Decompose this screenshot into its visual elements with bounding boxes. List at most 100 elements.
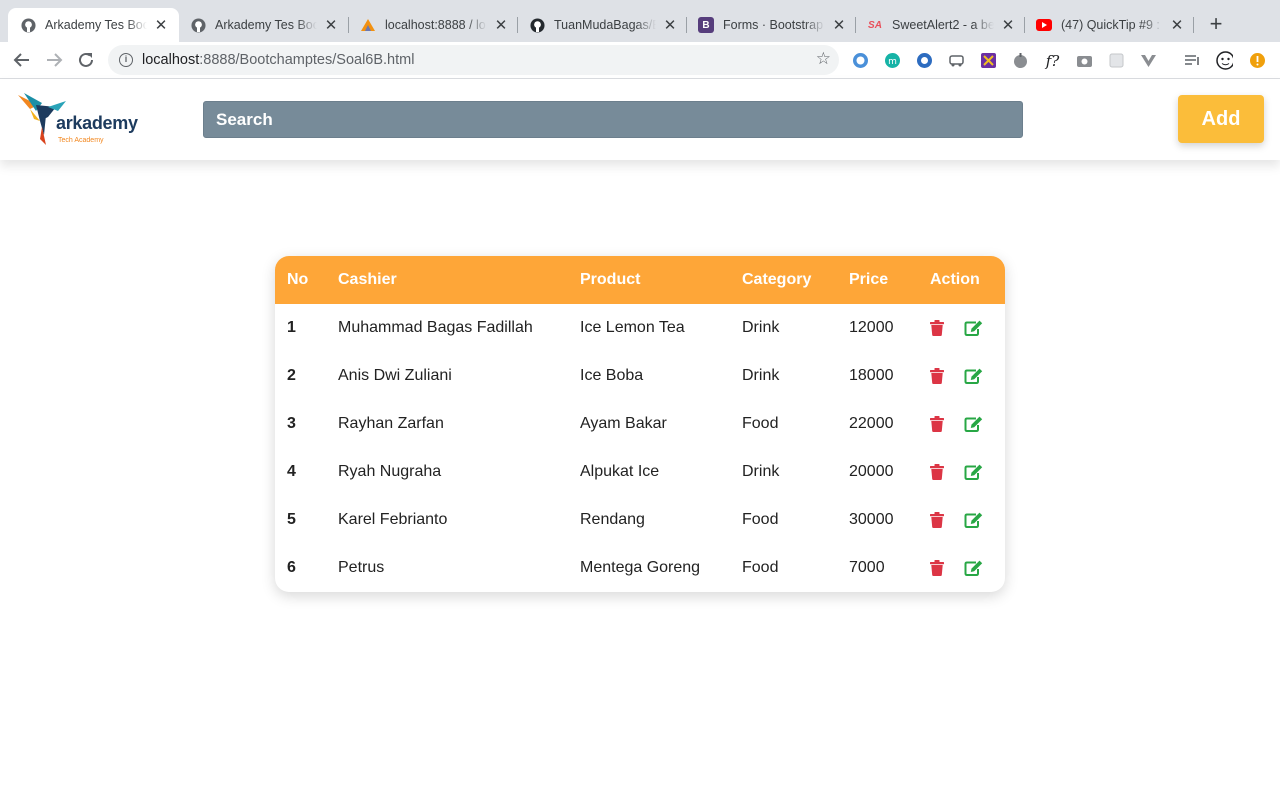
close-icon[interactable]: ✕ [323,17,339,34]
close-icon[interactable]: ✕ [493,17,509,34]
cell-actions [930,400,1005,448]
extension-icon[interactable] [1076,52,1093,69]
logo-tagline: Tech Academy [58,137,104,144]
browser-tab[interactable]: TuanMudaBagas/B ✕ [517,8,688,42]
extension-icon[interactable] [1012,52,1029,69]
sweetalert-icon: SA [868,19,882,31]
cell-category: Drink [742,319,780,336]
cell-product: Ayam Bakar [580,415,667,432]
browser-tab[interactable]: localhost:8888 / lo ✕ [348,8,519,42]
search-input[interactable] [203,101,1023,138]
extension-icon[interactable] [1108,52,1125,69]
cell-price: 30000 [849,511,894,528]
column-header-cashier[interactable]: Cashier [338,256,580,304]
trash-icon[interactable] [930,464,944,480]
table-row: 4 Ryah Nugraha Alpukat Ice Drink 20000 [275,448,1005,496]
tab-title: Arkademy Tes Boo [45,18,147,32]
column-header-price[interactable]: Price [849,256,930,304]
trash-icon[interactable] [930,416,944,432]
avatar[interactable] [1216,51,1233,70]
phpmyadmin-icon [360,17,376,33]
extension-icon[interactable] [980,52,997,69]
column-header-category[interactable]: Category [742,256,849,304]
close-icon[interactable]: ✕ [831,17,847,34]
cell-cashier: Karel Febrianto [338,511,448,528]
cell-price: 20000 [849,463,894,480]
cell-category: Food [742,415,779,432]
column-header-product[interactable]: Product [580,256,742,304]
tab-title: (47) QuickTip #9 : [1061,18,1160,32]
browser-tab[interactable]: Arkademy Tes Boo ✕ [8,8,179,42]
cell-actions [930,544,1005,592]
extension-icon[interactable]: f? [1044,52,1061,70]
github-icon [190,17,206,33]
cell-product: Rendang [580,511,645,528]
forward-button[interactable] [42,48,66,72]
trash-icon[interactable] [930,320,944,336]
github-icon [529,17,545,33]
bootstrap-icon: B [698,17,714,33]
cell-product: Alpukat Ice [580,463,660,480]
transactions-table-card: No Cashier Product Category Price Action… [275,256,1005,592]
cell-category: Drink [742,463,780,480]
extension-icon[interactable]: m [884,52,901,69]
cell-price: 12000 [849,319,894,336]
tab-title: Arkademy Tes Boo [215,18,317,32]
star-icon[interactable]: ☆ [816,49,831,69]
trash-icon[interactable] [930,368,944,384]
cell-price: 22000 [849,415,894,432]
cell-product: Ice Lemon Tea [580,319,685,336]
extension-icon[interactable] [948,52,965,69]
cell-no: 6 [287,559,296,576]
edit-icon[interactable] [964,464,983,480]
browser-tab[interactable]: B Forms · Bootstrap ✕ [686,8,857,42]
playlist-icon[interactable] [1184,52,1201,69]
cell-cashier: Petrus [338,559,385,576]
cell-no: 5 [287,511,296,528]
browser-toolbar: i localhost:8888/Bootchamptes/Soal6B.htm… [0,42,1280,79]
close-icon[interactable]: ✕ [662,17,678,34]
url-text: localhost:8888/Bootchamptes/Soal6B.html [142,52,415,68]
browser-tab[interactable]: SA SweetAlert2 - a be ✕ [855,8,1026,42]
cell-category: Drink [742,367,780,384]
cell-category: Food [742,511,779,528]
cell-actions [930,496,1005,544]
back-button[interactable] [10,48,34,72]
browser-tab[interactable]: Arkademy Tes Boo ✕ [178,8,349,42]
browser-tab[interactable]: (47) QuickTip #9 : ✕ [1024,8,1195,42]
close-icon[interactable]: ✕ [1000,17,1016,34]
svg-text:m: m [888,57,897,67]
browser-tab-strip: Arkademy Tes Boo ✕ Arkademy Tes Boo ✕ lo… [0,0,1280,42]
address-bar[interactable]: i localhost:8888/Bootchamptes/Soal6B.htm… [108,45,839,75]
extension-icon[interactable] [852,52,869,69]
edit-icon[interactable] [964,512,983,528]
cell-price: 18000 [849,367,894,384]
extension-icon[interactable] [1140,52,1157,69]
tab-divider [1193,17,1194,33]
close-icon[interactable]: ✕ [153,17,169,34]
table-row: 3 Rayhan Zarfan Ayam Bakar Food 22000 [275,400,1005,448]
edit-icon[interactable] [964,320,983,336]
edit-icon[interactable] [964,368,983,384]
column-header-action: Action [930,271,980,288]
tab-title: localhost:8888 / lo [385,18,486,32]
cell-product: Ice Boba [580,367,644,384]
logo-wordmark: arkademy [56,113,138,133]
column-header-no[interactable]: No [275,256,338,304]
edit-icon[interactable] [964,560,983,576]
close-icon[interactable]: ✕ [1169,17,1185,34]
edit-icon[interactable] [964,416,983,432]
trash-icon[interactable] [930,512,944,528]
update-alert-icon[interactable] [1249,52,1266,69]
table-header-row: No Cashier Product Category Price Action [275,256,1005,304]
add-button[interactable]: Add [1178,95,1264,143]
cell-no: 4 [287,463,296,480]
extension-icon[interactable] [916,52,933,69]
trash-icon[interactable] [930,560,944,576]
arkademy-logo[interactable]: arkademy Tech Academy [16,91,140,149]
reload-button[interactable] [74,48,98,72]
cell-cashier: Anis Dwi Zuliani [338,367,452,384]
new-tab-button[interactable]: + [1205,13,1227,35]
info-icon[interactable]: i [119,53,133,67]
cell-price: 7000 [849,559,885,576]
